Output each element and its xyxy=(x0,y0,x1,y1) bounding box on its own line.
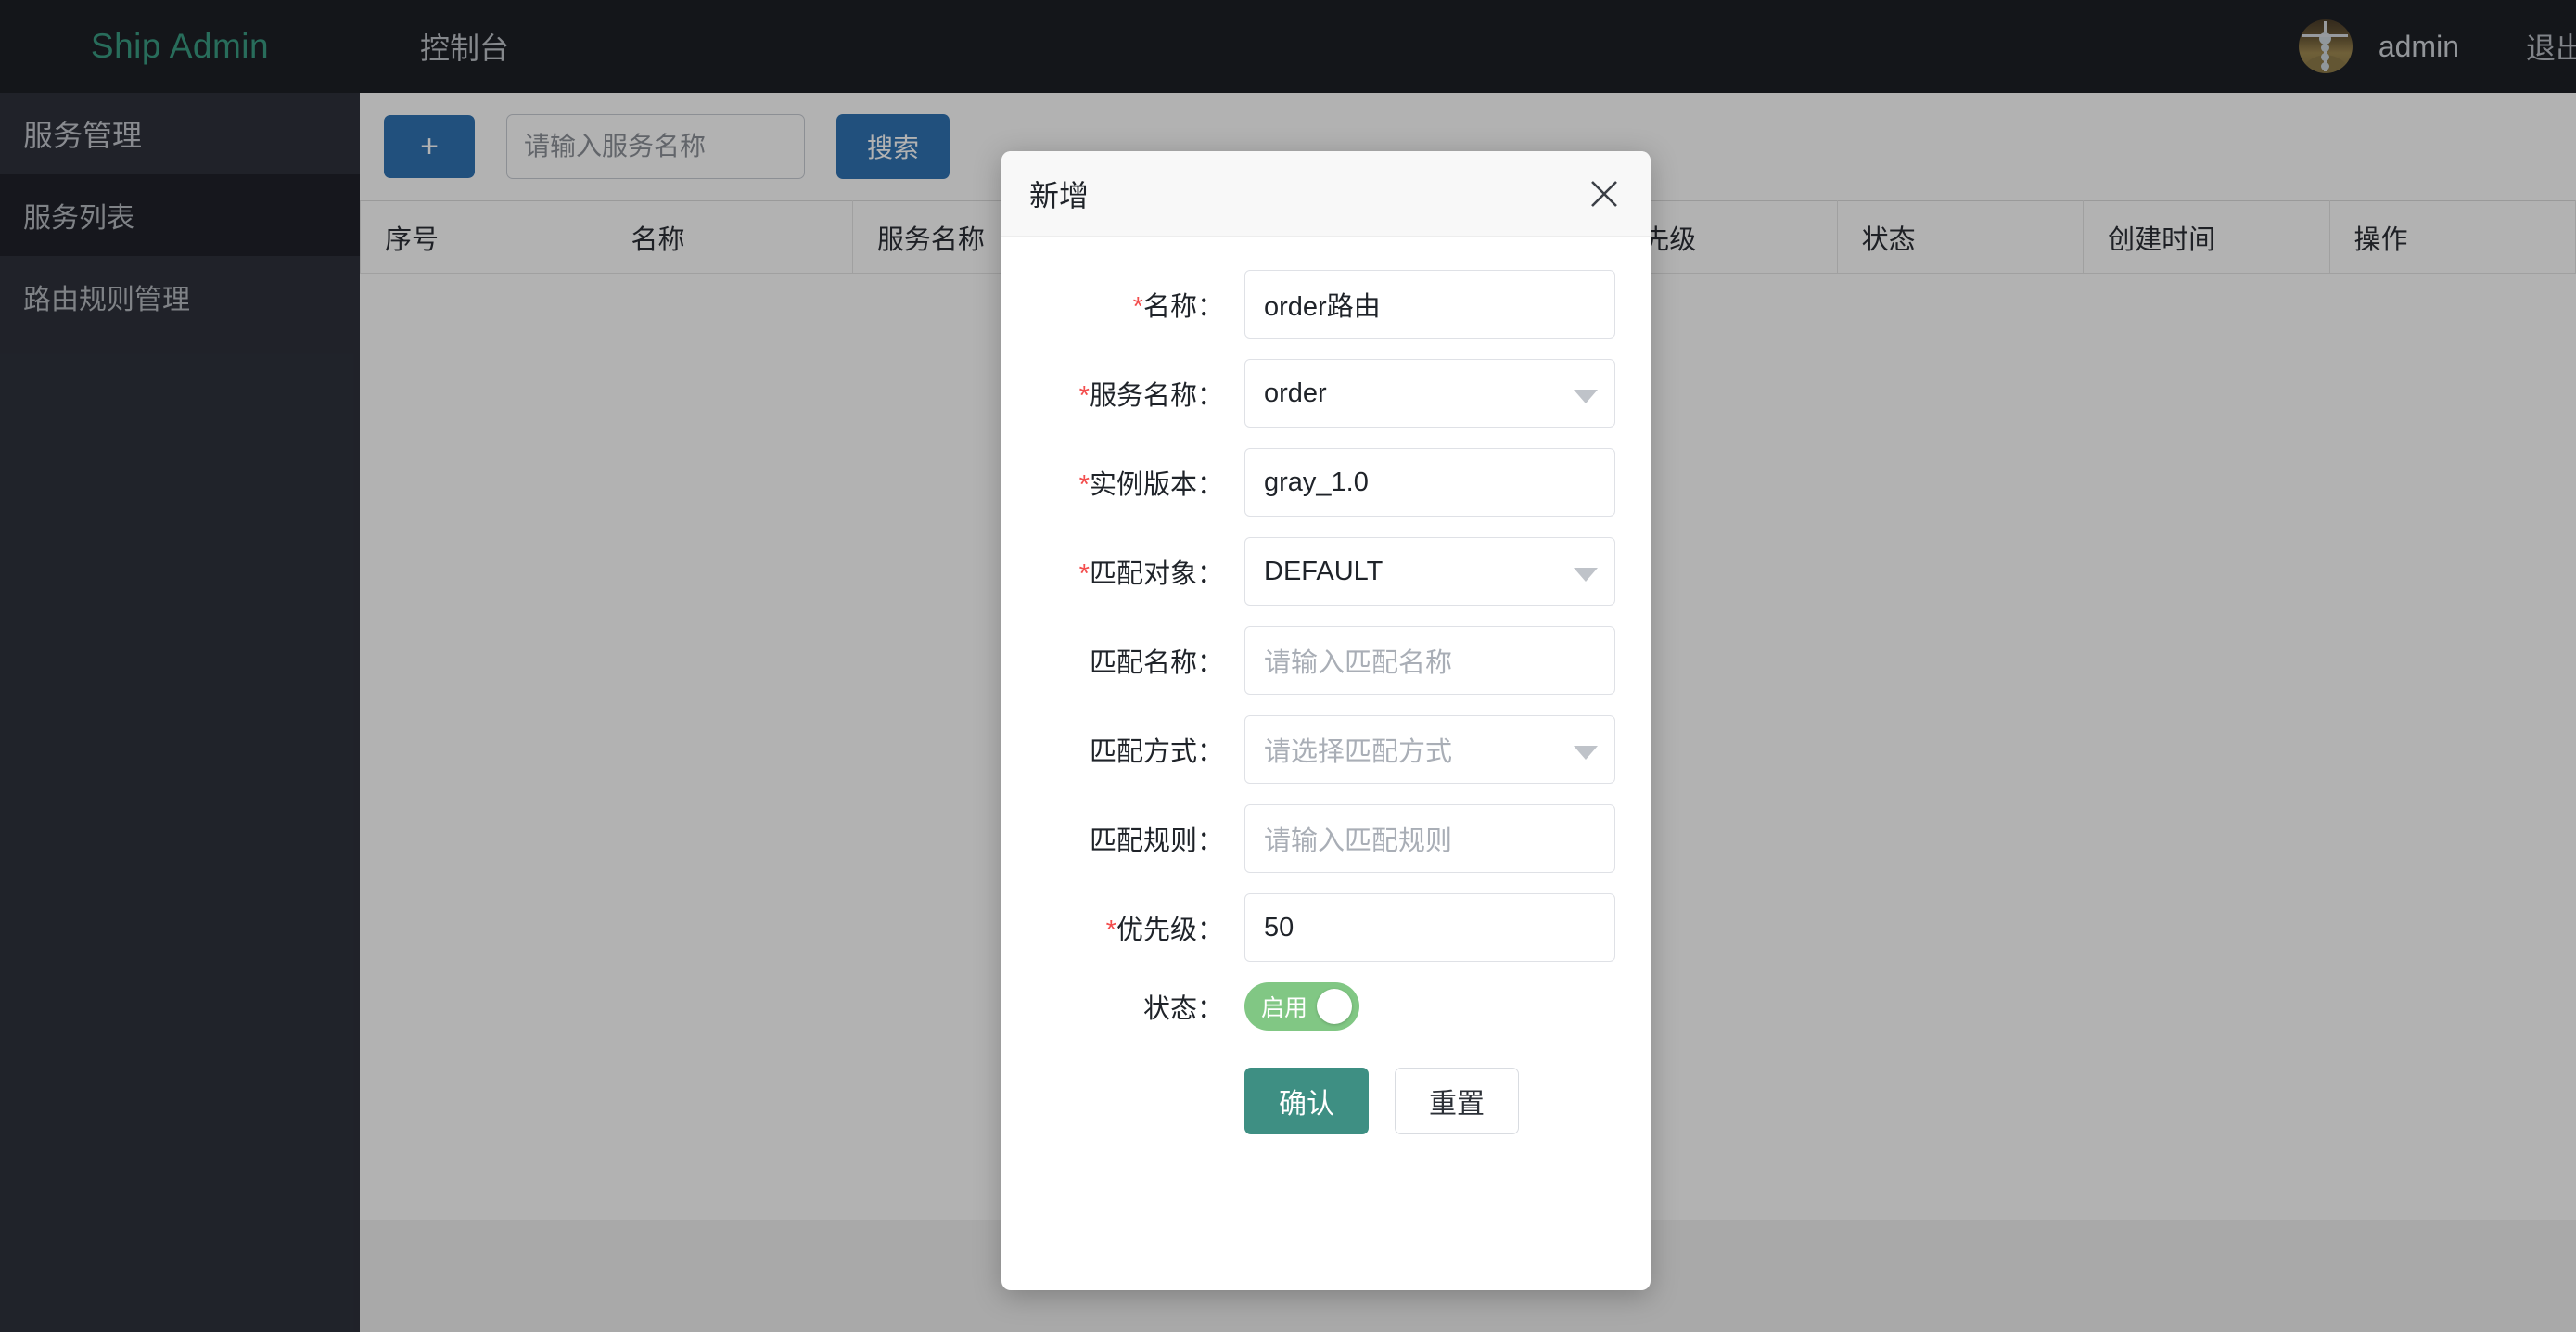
required-marker: * xyxy=(1078,381,1090,411)
modal-body: *名称： order路由 *服务名称： order *实例版本： gray_1.… xyxy=(1001,237,1651,1134)
add-route-modal: 新增 *名称： order路由 *服务名称： order *实例版本： gray… xyxy=(1001,151,1651,1290)
label-priority: *优先级： xyxy=(1105,916,1224,945)
select-match-method-value: 请选择匹配方式 xyxy=(1264,737,1453,767)
label-service-name: *服务名称： xyxy=(1078,381,1224,411)
label-name: *名称： xyxy=(1132,292,1224,322)
select-match-target[interactable]: DEFAULT xyxy=(1244,537,1615,606)
modal-actions: 确认 重置 xyxy=(1001,1068,1617,1134)
form-row-match-rule: 匹配规则： 请输入匹配规则 xyxy=(1001,804,1617,873)
label-match-name: 匹配名称： xyxy=(1089,648,1224,678)
form-row-match-method: 匹配方式： 请选择匹配方式 xyxy=(1001,715,1617,784)
input-priority[interactable]: 50 xyxy=(1244,893,1615,962)
label-instance-version: *实例版本： xyxy=(1078,470,1224,500)
confirm-button[interactable]: 确认 xyxy=(1244,1068,1369,1134)
form-row-instance-version: *实例版本： gray_1.0 xyxy=(1001,448,1617,517)
select-service-name-value: order xyxy=(1264,378,1327,408)
label-match-method: 匹配方式： xyxy=(1089,737,1224,767)
status-toggle-knob xyxy=(1317,989,1352,1024)
input-name[interactable]: order路由 xyxy=(1244,270,1615,339)
label-match-target: *匹配对象： xyxy=(1078,559,1224,589)
label-match-rule: 匹配规则： xyxy=(1089,826,1224,856)
chevron-down-icon xyxy=(1574,746,1598,760)
reset-button[interactable]: 重置 xyxy=(1395,1068,1519,1134)
chevron-down-icon xyxy=(1574,568,1598,582)
modal-title: 新增 xyxy=(1029,178,1090,212)
input-instance-version[interactable]: gray_1.0 xyxy=(1244,448,1615,517)
form-row-name: *名称： order路由 xyxy=(1001,270,1617,339)
close-icon[interactable] xyxy=(1584,173,1625,214)
modal-header: 新增 xyxy=(1001,151,1651,237)
status-toggle-label: 启用 xyxy=(1261,995,1308,1021)
form-row-match-target: *匹配对象： DEFAULT xyxy=(1001,537,1617,606)
form-row-priority: *优先级： 50 xyxy=(1001,893,1617,962)
form-row-service-name: *服务名称： order xyxy=(1001,359,1617,428)
select-match-target-value: DEFAULT xyxy=(1264,556,1384,586)
form-row-match-name: 匹配名称： 请输入匹配名称 xyxy=(1001,626,1617,695)
input-match-name[interactable]: 请输入匹配名称 xyxy=(1244,626,1615,695)
required-marker: * xyxy=(1078,559,1090,589)
label-status: 状态： xyxy=(1142,994,1224,1024)
status-toggle[interactable]: 启用 xyxy=(1244,982,1359,1031)
form-row-status: 状态： 启用 xyxy=(1001,982,1617,1031)
input-match-rule[interactable]: 请输入匹配规则 xyxy=(1244,804,1615,873)
app-root: Ship Admin 控制台 admin 退出 服务管理 服务列表 路由规则管理… xyxy=(0,0,2576,1332)
required-marker: * xyxy=(1132,292,1143,322)
select-match-method[interactable]: 请选择匹配方式 xyxy=(1244,715,1615,784)
select-service-name[interactable]: order xyxy=(1244,359,1615,428)
required-marker: * xyxy=(1105,916,1116,945)
required-marker: * xyxy=(1078,470,1090,500)
chevron-down-icon xyxy=(1574,390,1598,403)
